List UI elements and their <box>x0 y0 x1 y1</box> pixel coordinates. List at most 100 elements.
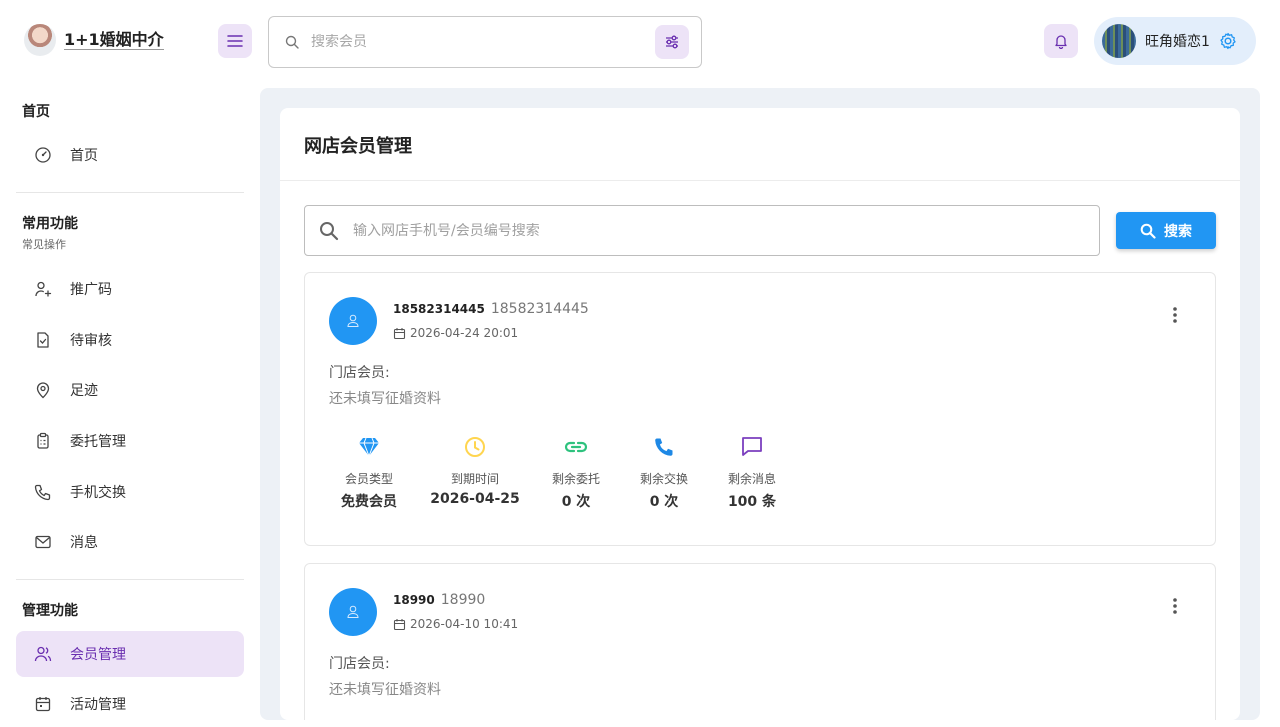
stat-remaining-messages: 剩余消息 100 条 <box>717 433 787 511</box>
sidebar-item-label: 待审核 <box>70 333 112 349</box>
member-card[interactable]: 18990 18990 2026-04-10 10:41 门店会员: 还未填写征婚… <box>304 563 1216 720</box>
more-vertical-icon <box>1173 307 1177 323</box>
phone-icon <box>655 438 673 456</box>
more-options-button[interactable] <box>1163 594 1187 618</box>
sidebar-item-phone-exchange[interactable]: 手机交换 <box>16 469 244 515</box>
profile-status-note: 还未填写征婚资料 <box>329 391 441 407</box>
member-search-input[interactable] <box>311 34 655 50</box>
stat-label: 会员类型 <box>344 472 393 486</box>
gear-icon <box>1220 32 1236 50</box>
sidebar-item-pending-review[interactable]: 待审核 <box>16 317 244 363</box>
divider <box>16 192 244 193</box>
member-phone: 18582314445 <box>393 302 485 316</box>
mail-icon <box>35 535 51 549</box>
sliders-icon <box>666 35 678 49</box>
stat-value: 免费会员 <box>341 494 397 510</box>
member-avatar <box>329 588 377 636</box>
stat-member-type: 会员类型 免费会员 <box>329 433 409 511</box>
stat-expiry-time: 到期时间 2026-04-25 <box>409 433 541 511</box>
search-button-label: 搜索 <box>1164 223 1192 240</box>
stat-value: 100 条 <box>727 494 777 510</box>
section-title-management: 管理功能 <box>22 603 78 619</box>
store-member-label: 门店会员: <box>329 365 390 381</box>
member-stats: 会员类型 免费会员 到期时间 2026-04-25 剩余委托 0 次 剩余交换 … <box>329 433 787 511</box>
sidebar-item-home[interactable]: 首页 <box>16 132 244 178</box>
calendar-icon <box>35 697 51 712</box>
search-icon <box>1140 223 1156 239</box>
store-member-label: 门店会员: <box>329 656 390 672</box>
sidebar-item-label: 委托管理 <box>70 434 126 450</box>
filter-button[interactable] <box>655 25 689 59</box>
member-name: 18582314445 <box>490 301 589 317</box>
section-title-common: 常用功能 <box>22 216 78 232</box>
section-title-home: 首页 <box>22 104 50 120</box>
dashboard-icon <box>35 147 51 163</box>
member-date: 2026-04-24 20:01 <box>393 326 518 340</box>
member-date: 2026-04-10 10:41 <box>393 617 518 631</box>
sidebar-item-label: 推广码 <box>70 282 112 298</box>
brand[interactable]: 1+1婚姻中介 <box>24 24 164 56</box>
sidebar-item-label: 首页 <box>70 148 98 164</box>
notifications-button[interactable] <box>1044 24 1078 58</box>
brand-logo <box>24 24 56 56</box>
sidebar-item-label: 会员管理 <box>70 647 126 663</box>
page-title: 网店会员管理 <box>304 136 412 157</box>
search-icon <box>320 221 339 240</box>
search-button[interactable]: 搜索 <box>1116 212 1216 249</box>
sidebar-item-member-management[interactable]: 会员管理 <box>16 631 244 677</box>
sidebar-item-activity-management[interactable]: 活动管理 <box>16 681 244 727</box>
clock-icon <box>465 437 485 457</box>
sidebar-item-label: 活动管理 <box>70 697 126 713</box>
link-icon <box>564 441 588 453</box>
file-check-icon <box>37 332 49 348</box>
member-phone-line: 18990 18990 <box>393 592 485 608</box>
hamburger-icon <box>227 35 243 47</box>
search-icon <box>285 35 299 49</box>
menu-toggle-button[interactable] <box>218 24 252 58</box>
profile-status-note: 还未填写征婚资料 <box>329 682 441 698</box>
sidebar-item-promo-code[interactable]: 推广码 <box>16 266 244 312</box>
member-card[interactable]: 18582314445 18582314445 2026-04-24 20:01 … <box>304 272 1216 546</box>
member-date-text: 2026-04-24 20:01 <box>410 326 519 340</box>
more-vertical-icon <box>1173 598 1177 614</box>
stat-value: 2026-04-25 <box>430 491 520 507</box>
users-icon <box>34 646 52 662</box>
member-phone-line: 18582314445 18582314445 <box>393 301 589 317</box>
sidebar-item-entrust[interactable]: 委托管理 <box>16 418 244 464</box>
sidebar-item-messages[interactable]: 消息 <box>16 519 244 565</box>
message-icon <box>742 437 762 456</box>
user-plus-icon <box>35 281 52 297</box>
divider <box>280 180 1240 181</box>
stat-label: 剩余委托 <box>551 472 600 486</box>
brand-name[interactable]: 1+1婚姻中介 <box>64 30 164 50</box>
sidebar: 首页 首页 常用功能 常见操作 推广码 待审核 足迹 委托管理 手机交换 消息 … <box>0 84 260 720</box>
member-phone: 18990 <box>393 593 435 607</box>
avatar <box>1102 24 1136 58</box>
more-options-button[interactable] <box>1163 303 1187 327</box>
user-icon <box>347 605 359 618</box>
stat-label: 到期时间 <box>450 472 499 486</box>
sidebar-item-label: 手机交换 <box>70 485 126 501</box>
top-bar: 1+1婚姻中介 旺角婚恋1 <box>0 0 1280 84</box>
stat-value: 0 次 <box>561 494 591 510</box>
sidebar-item-label: 足迹 <box>70 383 98 399</box>
diamond-icon <box>359 437 379 457</box>
user-icon <box>347 314 359 327</box>
stat-remaining-entrust: 剩余委托 0 次 <box>541 433 611 511</box>
store-member-search-input[interactable] <box>353 222 1099 239</box>
divider <box>16 579 244 580</box>
calendar-icon <box>393 618 406 630</box>
member-date-text: 2026-04-10 10:41 <box>410 617 519 631</box>
stat-remaining-exchange: 剩余交换 0 次 <box>611 433 717 511</box>
bell-icon <box>1055 35 1067 49</box>
section-subtitle-common: 常见操作 <box>22 238 66 251</box>
sidebar-item-footprints[interactable]: 足迹 <box>16 367 244 413</box>
stat-label: 剩余消息 <box>727 472 776 486</box>
member-management-panel: 网店会员管理 搜索 18582314445 18582314445 <box>280 108 1240 720</box>
settings-button[interactable] <box>1218 31 1238 51</box>
member-avatar <box>329 297 377 345</box>
stat-value: 0 次 <box>649 494 679 510</box>
clipboard-icon <box>37 432 49 449</box>
user-menu[interactable]: 旺角婚恋1 <box>1094 17 1256 65</box>
member-search-bar <box>268 16 702 68</box>
